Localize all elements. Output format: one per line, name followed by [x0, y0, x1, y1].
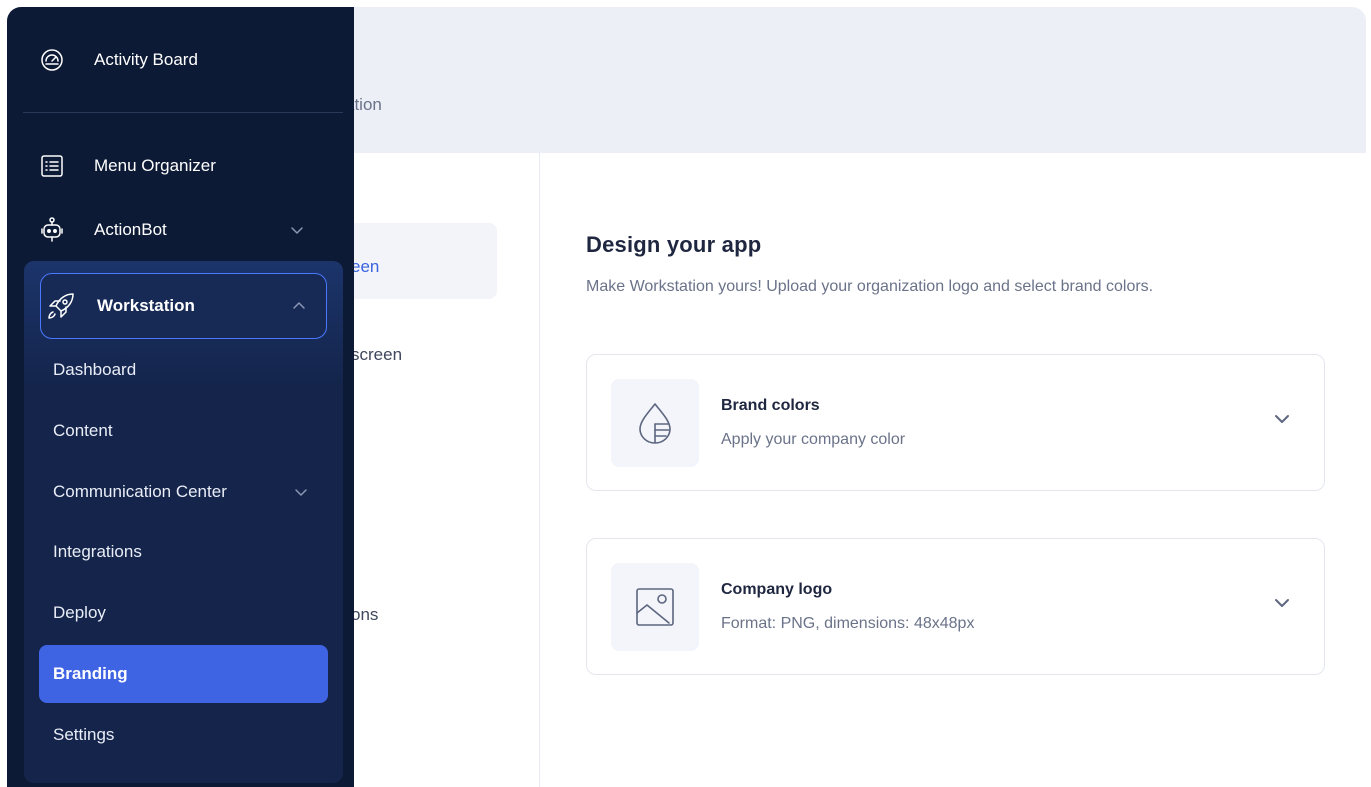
- app-frame: ation een screen ons Design your app Mak…: [7, 7, 1366, 787]
- sidebar-item-activity-board[interactable]: Activity Board: [7, 38, 354, 82]
- card-title: Brand colors: [721, 397, 820, 414]
- subitem-label: Dashboard: [53, 360, 137, 379]
- chevron-down-icon: [291, 227, 303, 234]
- brand-colors-icon-box: [611, 379, 699, 467]
- sidebar-subitem-communication-center[interactable]: Communication Center: [53, 482, 307, 502]
- subitem-label: Branding: [53, 664, 128, 683]
- subitem-label: Deploy: [53, 603, 106, 622]
- card-description: Apply your company color: [721, 431, 906, 448]
- sidebar-divider: [23, 112, 343, 113]
- gauge-icon: [39, 47, 65, 73]
- sidebar-item-label: Activity Board: [94, 50, 198, 69]
- sidebar-item-actionbot[interactable]: ActionBot: [7, 208, 354, 252]
- chevron-down-icon[interactable]: [1270, 591, 1294, 615]
- chevron-down-icon[interactable]: [1270, 407, 1294, 431]
- tab-label: een: [351, 257, 380, 276]
- card-description: Format: PNG, dimensions: 48x48px: [721, 615, 975, 632]
- chevron-up-icon: [293, 302, 305, 309]
- main-content: Design your app Make Workstation yours! …: [586, 232, 1326, 296]
- rocket-icon: [48, 293, 74, 319]
- robot-icon: [39, 217, 65, 243]
- sidebar-item-workstation[interactable]: Workstation: [40, 273, 327, 339]
- sidebar-subitem-content[interactable]: Content: [53, 421, 113, 441]
- subitem-label: Integrations: [53, 542, 142, 561]
- workstation-label: Workstation: [97, 296, 195, 315]
- droplet-icon: [639, 403, 671, 444]
- tab-label: screen: [351, 345, 403, 364]
- subitem-label: Settings: [53, 725, 115, 744]
- card-title: Company logo: [721, 581, 833, 598]
- company-logo-icon-box: [611, 563, 699, 651]
- tab-options[interactable]: ons: [351, 605, 378, 625]
- subitem-label: Communication Center: [53, 482, 227, 501]
- sidebar-subitem-dashboard[interactable]: Dashboard: [53, 360, 136, 380]
- content-subtitle: Make Workstation yours! Upload your orga…: [586, 278, 1154, 295]
- sidebar-item-label: ActionBot: [94, 220, 167, 239]
- tab-label: ons: [351, 605, 379, 624]
- sidebar-subitem-settings[interactable]: Settings: [53, 725, 114, 745]
- image-icon: [636, 588, 674, 626]
- brand-colors-card[interactable]: Brand colors Apply your company color: [586, 354, 1325, 491]
- sidebar-subitem-integrations[interactable]: Integrations: [53, 542, 142, 562]
- content-title: Design your app: [586, 232, 762, 257]
- sidebar-item-menu-organizer[interactable]: Menu Organizer: [7, 144, 354, 188]
- sidebar: Activity Board Menu Organizer ActionBot …: [7, 7, 354, 787]
- sidebar-subitem-deploy[interactable]: Deploy: [53, 603, 106, 623]
- tab-screen[interactable]: screen: [351, 345, 402, 365]
- list-icon: [39, 153, 65, 179]
- chevron-down-icon: [295, 489, 307, 496]
- sidebar-item-label: Menu Organizer: [94, 156, 216, 175]
- company-logo-card[interactable]: Company logo Format: PNG, dimensions: 48…: [586, 538, 1325, 675]
- subitem-label: Content: [53, 421, 113, 440]
- sidebar-subitem-branding[interactable]: Branding: [39, 645, 328, 703]
